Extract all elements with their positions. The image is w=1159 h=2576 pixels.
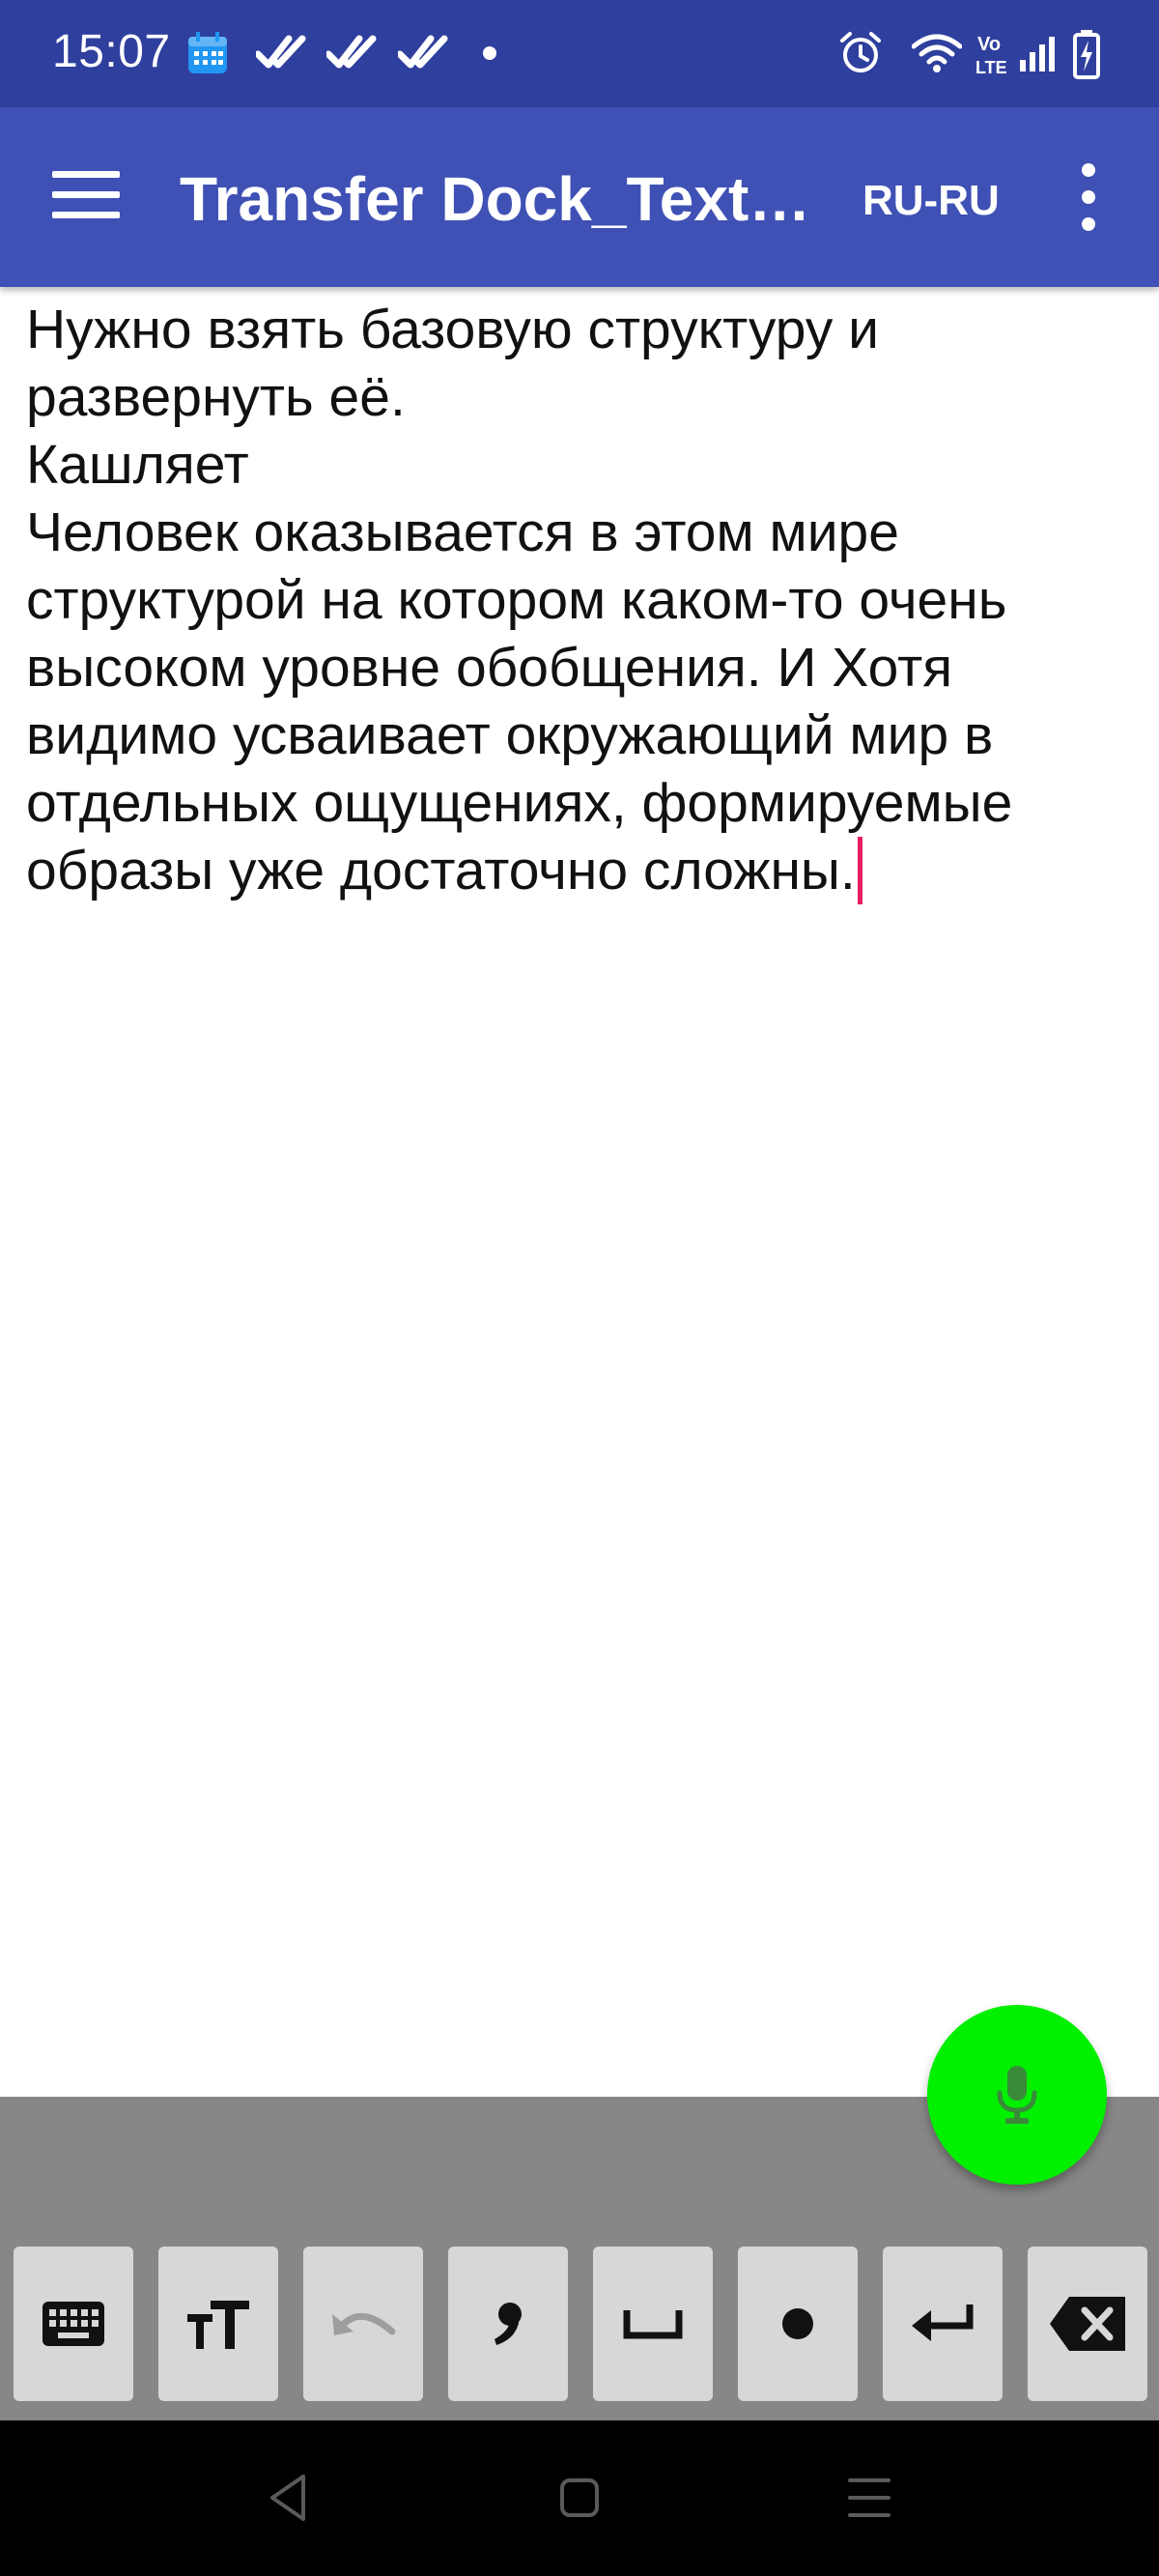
keyboard-key[interactable] [14, 2247, 133, 2401]
text-cursor [857, 837, 862, 904]
text-editor[interactable]: Нужно взять базовую структуру и разверну… [26, 296, 1137, 904]
double-check-icon [256, 35, 306, 69]
more-options-icon[interactable] [1074, 163, 1103, 233]
svg-text:Vo: Vo [977, 34, 1001, 55]
menu-icon[interactable] [846, 2471, 892, 2525]
undo-icon [332, 2312, 396, 2335]
calendar-icon [188, 32, 227, 73]
app-bar: Transfer Dock_Text_... RU-RU [0, 107, 1159, 287]
space-icon [623, 2310, 683, 2339]
status-bar: 15:07 Vo LTE [0, 0, 1159, 107]
language-selector[interactable]: RU-RU [862, 177, 1000, 225]
svg-text:LTE: LTE [975, 58, 1007, 77]
microphone-button[interactable] [927, 2005, 1107, 2185]
dot-icon [483, 46, 496, 60]
comma-key[interactable] [448, 2247, 568, 2401]
comma-icon [495, 2303, 522, 2345]
microphone-icon [997, 2066, 1037, 2124]
volte-icon: Vo LTE [975, 34, 1007, 77]
back-icon[interactable] [267, 2471, 309, 2525]
editor-line: Кашляет [26, 434, 249, 496]
undo-key[interactable] [303, 2247, 423, 2401]
enter-icon [912, 2304, 974, 2341]
text-size-icon [187, 2301, 249, 2349]
period-icon [782, 2308, 813, 2339]
keyboard-icon [42, 2302, 104, 2346]
navigation-bar [0, 2420, 1159, 2576]
home-icon[interactable] [558, 2471, 601, 2525]
wifi-icon [912, 34, 962, 72]
hamburger-menu-icon[interactable] [52, 171, 120, 225]
alarm-icon [840, 32, 881, 72]
status-time: 15:07 [52, 26, 171, 77]
editor-line: Нужно взять базовую структуру и разверну… [26, 299, 880, 428]
editor-line-text: Человек оказывается в этом мире структур… [26, 501, 1013, 902]
text-size-key[interactable] [158, 2247, 278, 2401]
backspace-icon [1050, 2297, 1125, 2351]
space-key[interactable] [593, 2247, 713, 2401]
period-key[interactable] [738, 2247, 858, 2401]
battery-charging-icon [1073, 30, 1100, 79]
backspace-key[interactable] [1028, 2247, 1147, 2401]
signal-icon [1020, 37, 1055, 72]
double-check-icon [398, 35, 448, 69]
double-check-icon [326, 35, 377, 69]
enter-key[interactable] [883, 2247, 1003, 2401]
document-title: Transfer Dock_Text_... [180, 164, 817, 234]
editor-line: Человек оказывается в этом мире структур… [26, 499, 1137, 904]
